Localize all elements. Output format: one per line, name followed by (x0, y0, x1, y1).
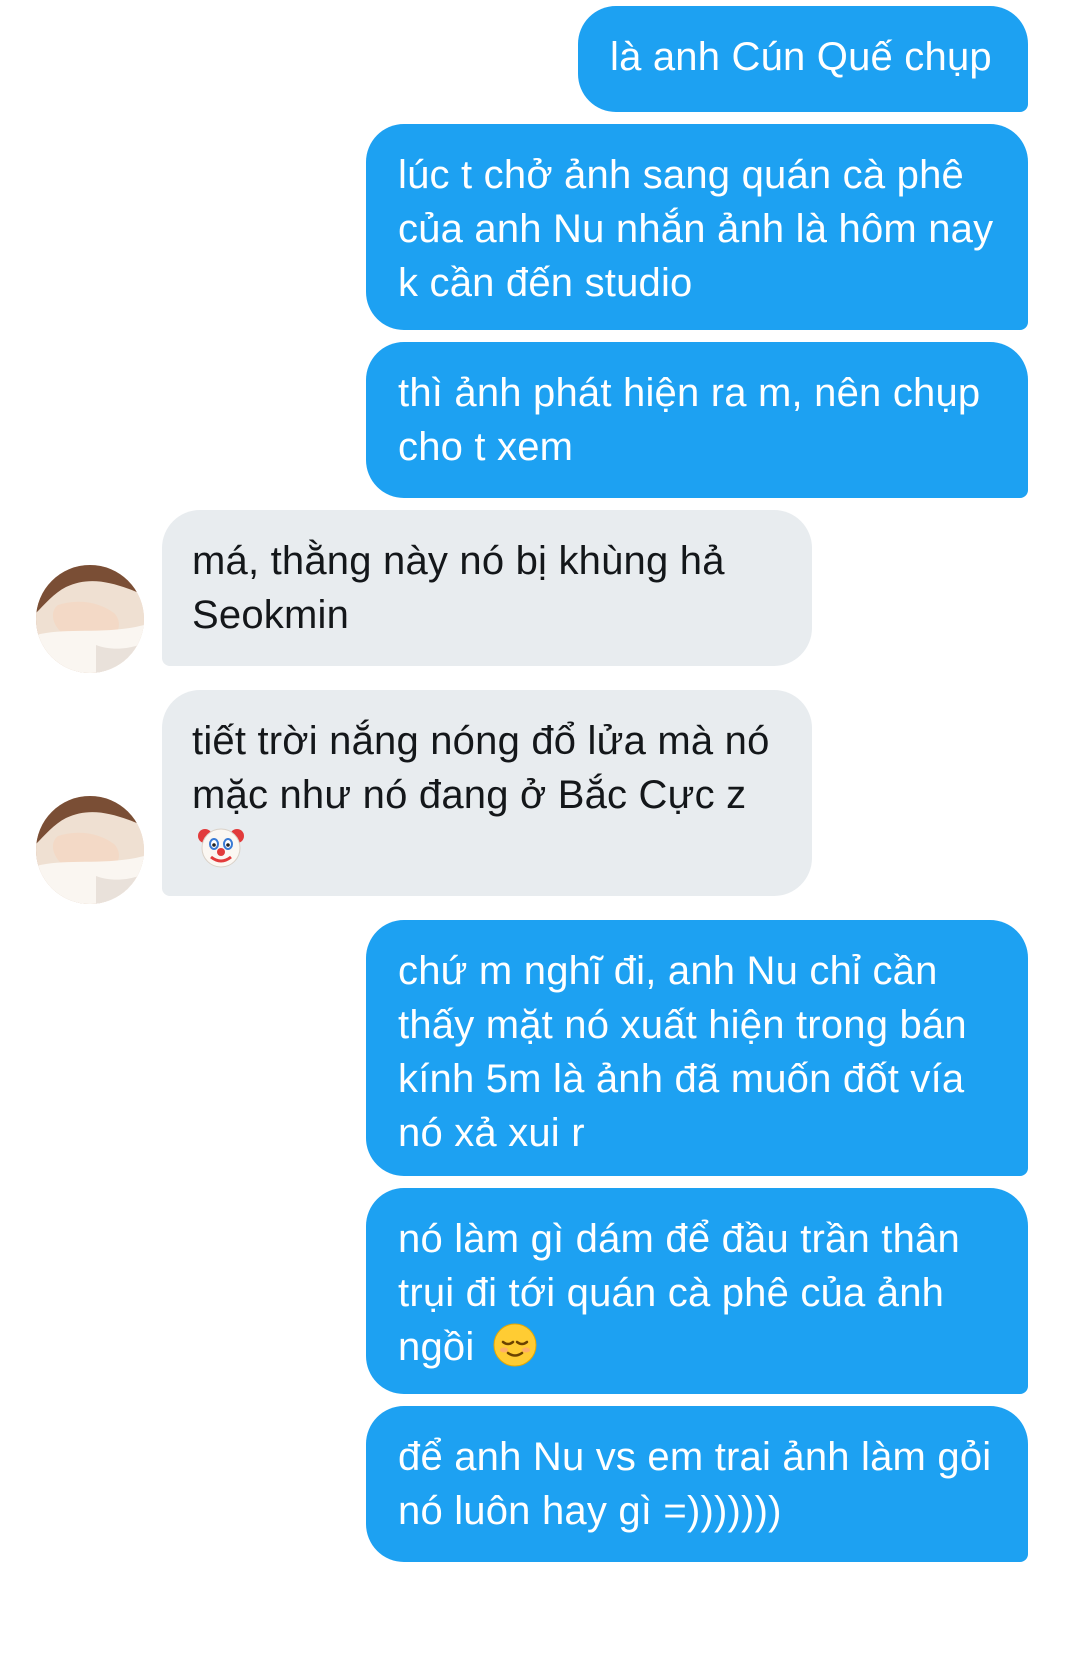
avatar-photo (36, 796, 144, 904)
relieved-face-icon (492, 1322, 538, 1382)
avatar[interactable] (36, 565, 144, 673)
message-text: để anh Nu vs em trai ảnh làm gỏi nó luôn… (398, 1435, 992, 1533)
message-text: lúc t chở ảnh sang quán cà phê của anh N… (398, 153, 994, 305)
message-bubble-incoming[interactable]: má, thằng này nó bị khùng hả Seokmin (162, 510, 812, 666)
message-text: tiết trời nắng nóng đổ lửa mà nó mặc như… (192, 719, 770, 817)
message-text: chứ m nghĩ đi, anh Nu chỉ cần thấy mặt n… (398, 949, 967, 1155)
message-bubble-incoming[interactable]: tiết trời nắng nóng đổ lửa mà nó mặc như… (162, 690, 812, 896)
message-text: nó làm gì dám để đầu trần thân trụi đi t… (398, 1217, 960, 1369)
avatar[interactable] (36, 796, 144, 904)
message-text: thì ảnh phát hiện ra m, nên chụp cho t x… (398, 371, 981, 469)
message-text: là anh Cún Quế chụp (610, 35, 992, 79)
clown-face-icon (198, 824, 244, 884)
message-bubble-outgoing[interactable]: nó làm gì dám để đầu trần thân trụi đi t… (366, 1188, 1028, 1394)
avatar-photo (36, 565, 144, 673)
message-text: má, thằng này nó bị khùng hả Seokmin (192, 539, 725, 637)
message-bubble-outgoing[interactable]: lúc t chở ảnh sang quán cà phê của anh N… (366, 124, 1028, 330)
message-bubble-outgoing[interactable]: để anh Nu vs em trai ảnh làm gỏi nó luôn… (366, 1406, 1028, 1562)
message-bubble-outgoing[interactable]: là anh Cún Quế chụp (578, 6, 1028, 112)
message-bubble-outgoing[interactable]: chứ m nghĩ đi, anh Nu chỉ cần thấy mặt n… (366, 920, 1028, 1176)
message-bubble-outgoing[interactable]: thì ảnh phát hiện ra m, nên chụp cho t x… (366, 342, 1028, 498)
